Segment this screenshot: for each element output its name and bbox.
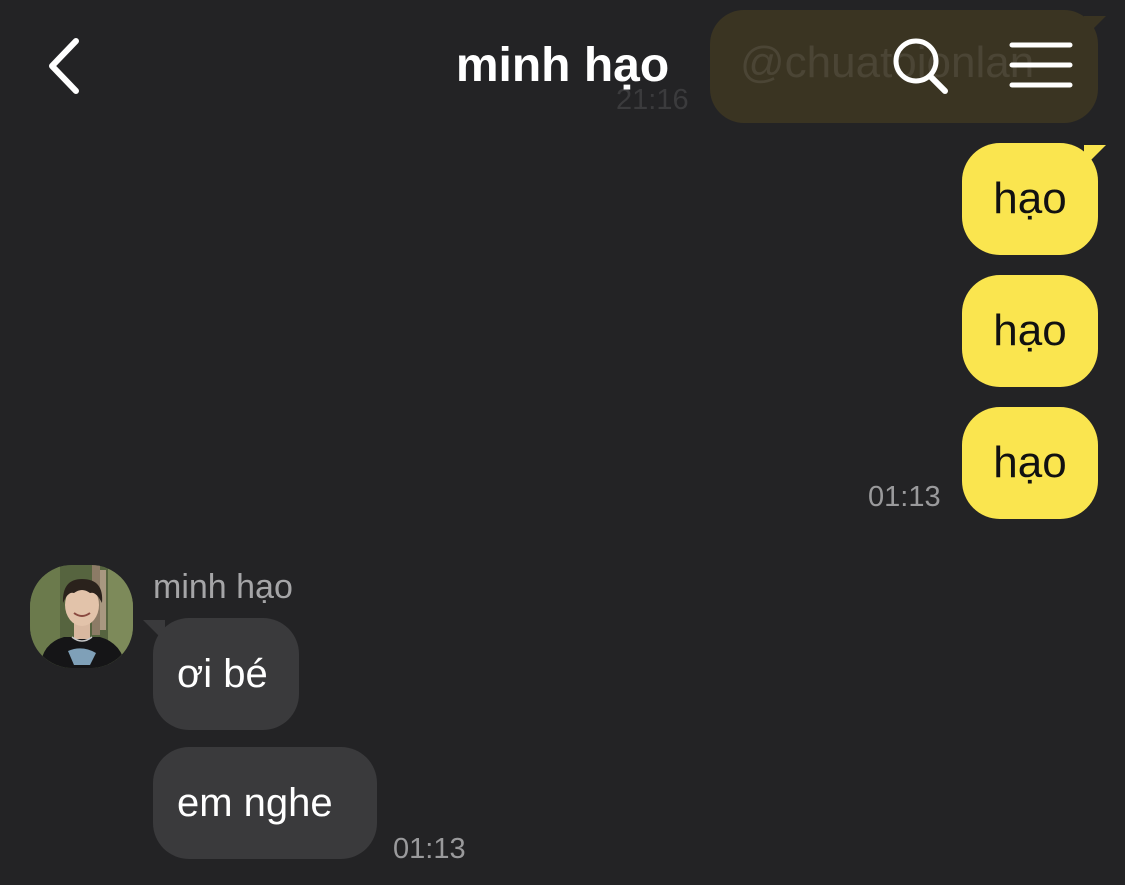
search-button[interactable]	[890, 36, 950, 96]
outgoing-message-text: hạo	[993, 438, 1067, 487]
hamburger-menu-icon	[1009, 42, 1073, 88]
outgoing-message-text: hạo	[993, 306, 1067, 355]
outgoing-message-bubble[interactable]: hạo	[962, 275, 1098, 387]
incoming-message-text: em nghe	[177, 781, 333, 825]
sender-name: minh hạo	[153, 568, 293, 606]
incoming-message-bubble[interactable]: em nghe	[153, 747, 377, 859]
incoming-message-text: ơi bé	[177, 652, 268, 696]
chat-title: minh hạo	[455, 39, 670, 92]
menu-button[interactable]	[1008, 40, 1074, 90]
outgoing-message-time: 01:13	[868, 481, 941, 513]
outgoing-message-bubble[interactable]: hạo	[962, 143, 1098, 255]
incoming-message-time: 01:13	[393, 833, 466, 865]
chat-screen: @chuatoionlan 21:16 minh hạo hạo hạo hạo…	[0, 0, 1125, 885]
outgoing-message-text: hạo	[993, 174, 1067, 223]
profile-photo	[30, 565, 133, 668]
outgoing-message-bubble[interactable]: hạo	[962, 407, 1098, 519]
incoming-message-bubble[interactable]: ơi bé	[153, 618, 299, 730]
search-icon	[893, 38, 948, 94]
avatar[interactable]	[30, 565, 133, 668]
